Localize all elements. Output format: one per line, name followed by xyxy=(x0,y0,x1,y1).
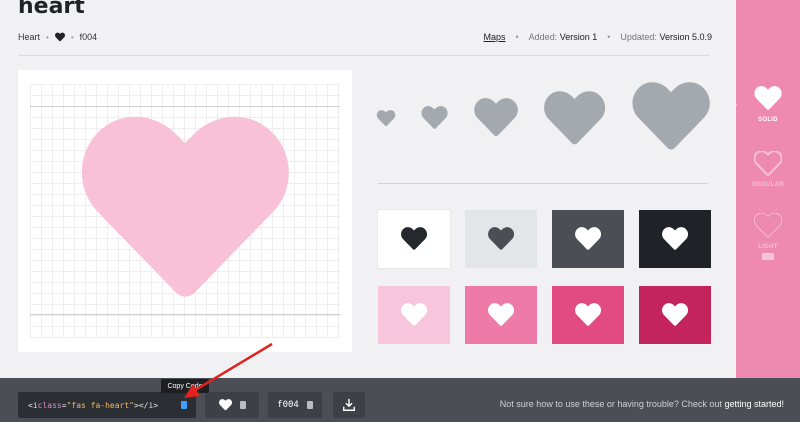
maps-link[interactable]: Maps xyxy=(484,32,506,42)
added-version: Version 1 xyxy=(559,32,598,42)
added-label: Added: xyxy=(528,32,558,42)
preview-heart-icon xyxy=(81,116,289,297)
heart-light-icon xyxy=(754,213,782,238)
guide-line xyxy=(30,106,340,107)
color-swatch[interactable] xyxy=(465,286,537,344)
getting-started-link[interactable]: getting started! xyxy=(724,399,784,409)
color-swatch[interactable] xyxy=(639,210,711,268)
heart-icon xyxy=(54,32,65,42)
unicode-label: f004 xyxy=(277,400,299,410)
heart-icon xyxy=(488,227,514,250)
clipboard-icon xyxy=(239,401,246,409)
color-swatch[interactable] xyxy=(552,210,624,268)
heart-icon xyxy=(662,227,688,250)
updated-label: Updated: xyxy=(620,32,657,42)
pro-badge xyxy=(762,253,774,260)
clipboard-icon xyxy=(306,401,313,409)
help-text: Not sure how to use these or having trou… xyxy=(500,399,784,409)
size-previews xyxy=(372,80,710,160)
icon-meta: Heart • • f004 xyxy=(18,32,97,42)
guide-line xyxy=(30,314,340,315)
separator-dot: • xyxy=(46,32,49,42)
style-sidebar: SOLID REGULAR LIGHT xyxy=(736,0,800,378)
code-value: "fas fa-heart" xyxy=(66,400,134,410)
heart-regular-icon xyxy=(754,151,782,176)
icon-name: Heart xyxy=(18,32,41,42)
added-info: Added: Version 1 xyxy=(529,32,598,42)
icon-unicode: f004 xyxy=(79,32,98,42)
help-message: Not sure how to use these or having trou… xyxy=(499,399,722,409)
divider xyxy=(18,55,710,56)
color-swatch[interactable] xyxy=(552,286,624,344)
heart-icon-xs[interactable] xyxy=(376,110,396,127)
annotation-arrow xyxy=(184,342,273,398)
heart-icon-lg[interactable] xyxy=(543,91,606,147)
divider xyxy=(378,183,708,184)
heart-icon-md[interactable] xyxy=(473,98,519,138)
heart-icon xyxy=(401,303,427,326)
code-attr: class xyxy=(37,400,62,410)
html-snippet[interactable]: <i class = "fas fa-heart" ></i> xyxy=(18,392,196,418)
heart-icon xyxy=(575,227,601,250)
updated-info: Updated: Version 5.0.9 xyxy=(620,32,712,42)
heart-icon-sm[interactable] xyxy=(421,106,448,130)
updated-version: Version 5.0.9 xyxy=(659,32,712,42)
separator-dot: • xyxy=(515,32,519,42)
heart-icon-xl[interactable] xyxy=(631,82,711,153)
heart-icon xyxy=(401,227,427,250)
clipboard-icon[interactable] xyxy=(181,401,187,409)
heart-solid-icon xyxy=(754,86,782,110)
heart-icon xyxy=(488,303,514,326)
style-regular[interactable]: REGULAR xyxy=(736,151,800,188)
icon-preview-panel xyxy=(18,70,352,352)
color-swatch[interactable] xyxy=(378,210,450,268)
style-regular-label: REGULAR xyxy=(752,182,784,188)
download-button[interactable] xyxy=(333,392,365,418)
heart-icon xyxy=(662,303,688,326)
download-icon xyxy=(343,398,355,411)
page-title: heart xyxy=(18,0,85,19)
active-indicator xyxy=(731,99,737,111)
color-swatch[interactable] xyxy=(639,286,711,344)
separator-dot: • xyxy=(70,32,74,42)
color-swatch[interactable] xyxy=(378,286,450,344)
code-tag-close: ></i> xyxy=(134,400,159,410)
heart-icon xyxy=(575,303,601,326)
color-swatch[interactable] xyxy=(465,210,537,268)
bottom-toolbar: <i class = "fas fa-heart" ></i> f004 Not su… xyxy=(0,378,800,422)
style-solid[interactable]: SOLID xyxy=(736,86,800,123)
style-light-label: LIGHT xyxy=(758,244,778,250)
separator-dot: • xyxy=(607,32,611,42)
style-light[interactable]: LIGHT xyxy=(736,213,800,260)
style-solid-label: SOLID xyxy=(758,117,778,123)
code-tag-open: <i xyxy=(28,400,38,410)
icon-versions: Maps • Added: Version 1 • Updated: Versi… xyxy=(484,32,713,42)
